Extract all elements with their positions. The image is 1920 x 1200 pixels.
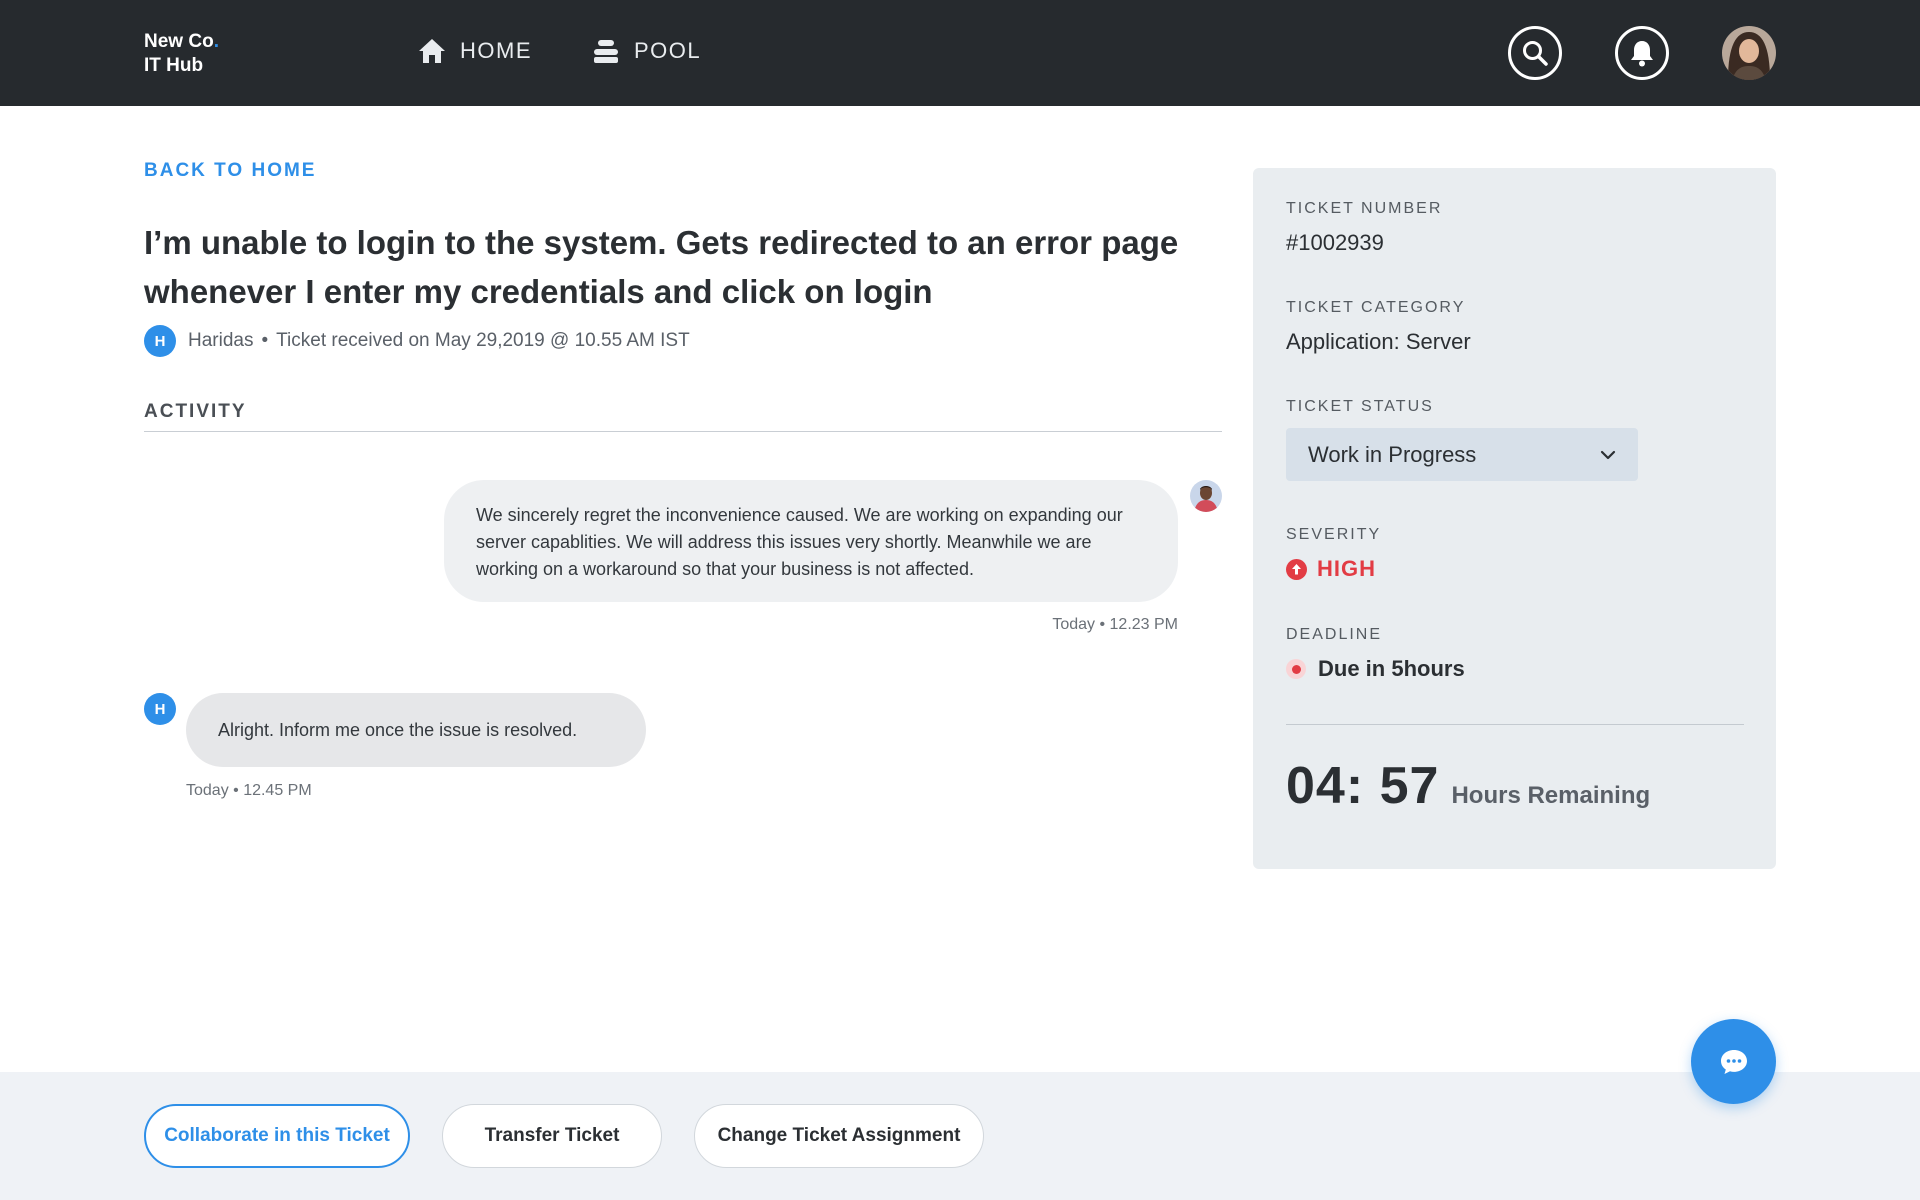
agent-message-timestamp: Today • 12.23 PM	[1052, 616, 1178, 633]
nav-home-label: HOME	[460, 38, 532, 63]
severity-value: HIGH	[1286, 556, 1376, 582]
ticket-title: I’m unable to login to the system. Gets …	[144, 224, 1179, 310]
user-avatar-image	[1722, 26, 1776, 80]
arrow-up-circle-icon	[1286, 558, 1307, 580]
timer-value: 04: 57	[1286, 757, 1440, 815]
ticket-details-panel: TICKET NUMBER #1002939 TICKET CATEGORY A…	[1253, 168, 1776, 869]
requester-avatar: H	[144, 325, 176, 357]
user-avatar[interactable]	[1722, 26, 1776, 80]
deadline-indicator-icon	[1286, 659, 1306, 679]
time-remaining: 04: 57 Hours Remaining	[1286, 756, 1650, 816]
requester-message-bubble: Alright. Inform me once the issue is res…	[186, 693, 646, 767]
back-to-home-link[interactable]: BACK TO HOME	[144, 160, 316, 182]
brand-dot: .	[213, 31, 219, 52]
panel-divider	[1286, 724, 1744, 725]
requester-message-text: Alright. Inform me once the issue is res…	[218, 719, 578, 740]
ticket-number-label: TICKET NUMBER	[1286, 200, 1443, 217]
ticket-category-label: TICKET CATEGORY	[1286, 299, 1466, 316]
nav-pool-label: POOL	[634, 38, 702, 63]
bell-icon	[1631, 41, 1653, 67]
requester-name: Haridas	[188, 330, 254, 351]
ticket-received-date: Ticket received on May 29,2019 @ 10.55 A…	[276, 330, 690, 351]
home-icon	[419, 39, 445, 63]
nav-home[interactable]: HOME	[418, 38, 532, 64]
ticket-meta: H Haridas • Ticket received on May 29,20…	[144, 325, 690, 357]
deadline-label: DEADLINE	[1286, 626, 1383, 643]
severity-text: HIGH	[1317, 556, 1376, 581]
agent-avatar	[1190, 480, 1222, 512]
timer-caption: Hours Remaining	[1451, 782, 1651, 809]
top-navigation-bar: New Co. IT Hub HOME POOL	[0, 0, 1920, 106]
transfer-ticket-button[interactable]: Transfer Ticket	[442, 1104, 662, 1168]
chat-button[interactable]	[1691, 1019, 1776, 1104]
ticket-status-dropdown[interactable]: Work in Progress	[1286, 428, 1638, 481]
search-icon	[1523, 41, 1548, 66]
chevron-down-icon	[1600, 450, 1616, 459]
ticket-number-value: #1002939	[1286, 230, 1384, 255]
ticket-status-label: TICKET STATUS	[1286, 398, 1434, 415]
requester-message-timestamp: Today • 12.45 PM	[186, 782, 312, 799]
collaborate-button[interactable]: Collaborate in this Ticket	[144, 1104, 410, 1168]
stack-icon	[594, 40, 618, 63]
deadline-text: Due in 5hours	[1318, 656, 1465, 681]
search-button[interactable]	[1508, 26, 1562, 80]
severity-label: SEVERITY	[1286, 526, 1382, 543]
ticket-status-value: Work in Progress	[1308, 441, 1477, 467]
meta-separator: •	[261, 330, 269, 351]
activity-divider	[144, 431, 1222, 432]
notifications-button[interactable]	[1615, 26, 1669, 80]
deadline-value: Due in 5hours	[1286, 656, 1465, 682]
ticket-category-value: Application: Server	[1286, 329, 1471, 354]
agent-message-bubble: We sincerely regret the inconvenience ca…	[444, 480, 1178, 602]
activity-heading: ACTIVITY	[144, 401, 247, 422]
agent-avatar-image	[1190, 480, 1222, 512]
requester-message-avatar: H	[144, 693, 176, 725]
brand-subtitle: IT Hub	[144, 55, 204, 76]
change-assignment-button[interactable]: Change Ticket Assignment	[694, 1104, 984, 1168]
chat-icon	[1720, 1049, 1747, 1074]
brand-logo[interactable]: New Co. IT Hub	[144, 30, 219, 78]
nav-pool[interactable]: POOL	[592, 38, 701, 64]
brand-name: New Co	[144, 31, 214, 52]
